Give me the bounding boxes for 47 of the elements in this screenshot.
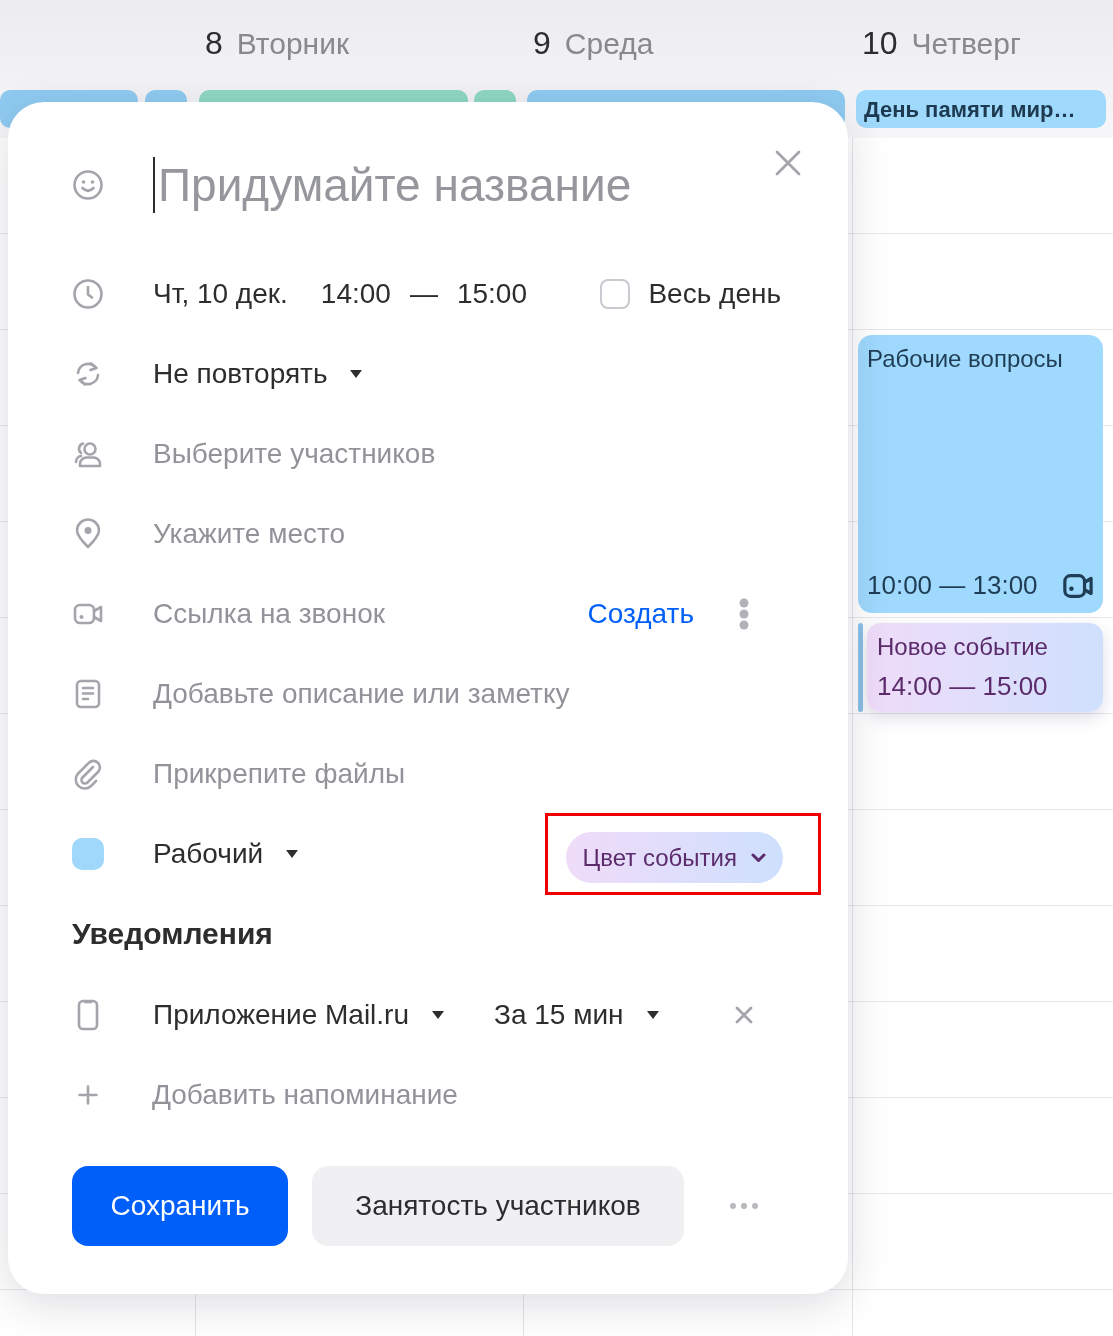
clock-icon — [72, 278, 104, 310]
close-icon[interactable] — [775, 150, 801, 176]
title-field[interactable]: Придумайте название — [153, 155, 775, 215]
section-heading: Уведомления — [72, 915, 273, 952]
save-button[interactable]: Сохранить — [72, 1166, 288, 1246]
all-day-checkbox[interactable] — [600, 279, 631, 309]
phone-icon — [76, 999, 100, 1031]
event-time: 10:00 — 13:00 — [867, 569, 1038, 602]
event-color-button[interactable]: Цвет события — [565, 832, 783, 883]
event-card[interactable]: Новое событие 14:00 — 15:00 — [867, 623, 1103, 712]
create-link[interactable]: Создать — [587, 593, 694, 635]
weekday-label: Четверг — [911, 25, 1021, 62]
event-time: 14:00 — 15:00 — [877, 670, 1048, 703]
date-selector[interactable]: Чт, 10 дек. — [153, 273, 288, 315]
availability-button[interactable]: Занятость участников — [312, 1166, 684, 1246]
weekday-label: Вторник — [236, 25, 350, 62]
close-icon[interactable] — [735, 1006, 753, 1024]
day-number: 8 — [205, 24, 223, 63]
paperclip-icon — [72, 758, 104, 790]
more-icon[interactable] — [730, 1203, 758, 1209]
repeat-dropdown[interactable]: Не повторять — [153, 353, 363, 395]
participants-field[interactable]: Выберите участников — [153, 433, 784, 475]
event-card[interactable]: Рабочие вопросы 10:00 — 13:00 — [858, 335, 1103, 613]
weekday-label: Среда — [564, 25, 654, 62]
channel-dropdown[interactable]: Приложение Mail.ru — [153, 994, 445, 1036]
caret-icon — [350, 370, 363, 378]
caret-icon — [286, 850, 299, 858]
location-field[interactable]: Укажите место — [153, 513, 784, 555]
caret-icon — [646, 1011, 659, 1019]
chevron-down-icon — [751, 852, 766, 863]
reminder-time-dropdown[interactable]: За 15 мин — [494, 994, 659, 1036]
start-time-selector[interactable]: 14:00 — [320, 273, 391, 315]
more-icon[interactable] — [738, 598, 750, 630]
all-day-label[interactable]: Весь день — [648, 273, 781, 315]
plus-icon — [78, 1085, 98, 1105]
event-title: Рабочие вопросы — [867, 344, 1063, 374]
caret-icon — [432, 1011, 445, 1019]
end-time-selector[interactable]: 15:00 — [456, 273, 527, 315]
smile-icon[interactable] — [72, 169, 104, 201]
day-number: 10 — [862, 24, 898, 63]
time-separator: — — [409, 277, 438, 311]
event-title: Новое событие — [877, 632, 1048, 662]
day-number: 9 — [533, 24, 551, 63]
calendar-dropdown[interactable]: Рабочий — [153, 833, 299, 875]
call-link-label: Ссылка на звонок — [153, 597, 385, 631]
all-day-event-chip[interactable]: День памяти мир… — [856, 90, 1106, 128]
description-field[interactable]: Добавьте описание или заметку — [153, 673, 784, 715]
